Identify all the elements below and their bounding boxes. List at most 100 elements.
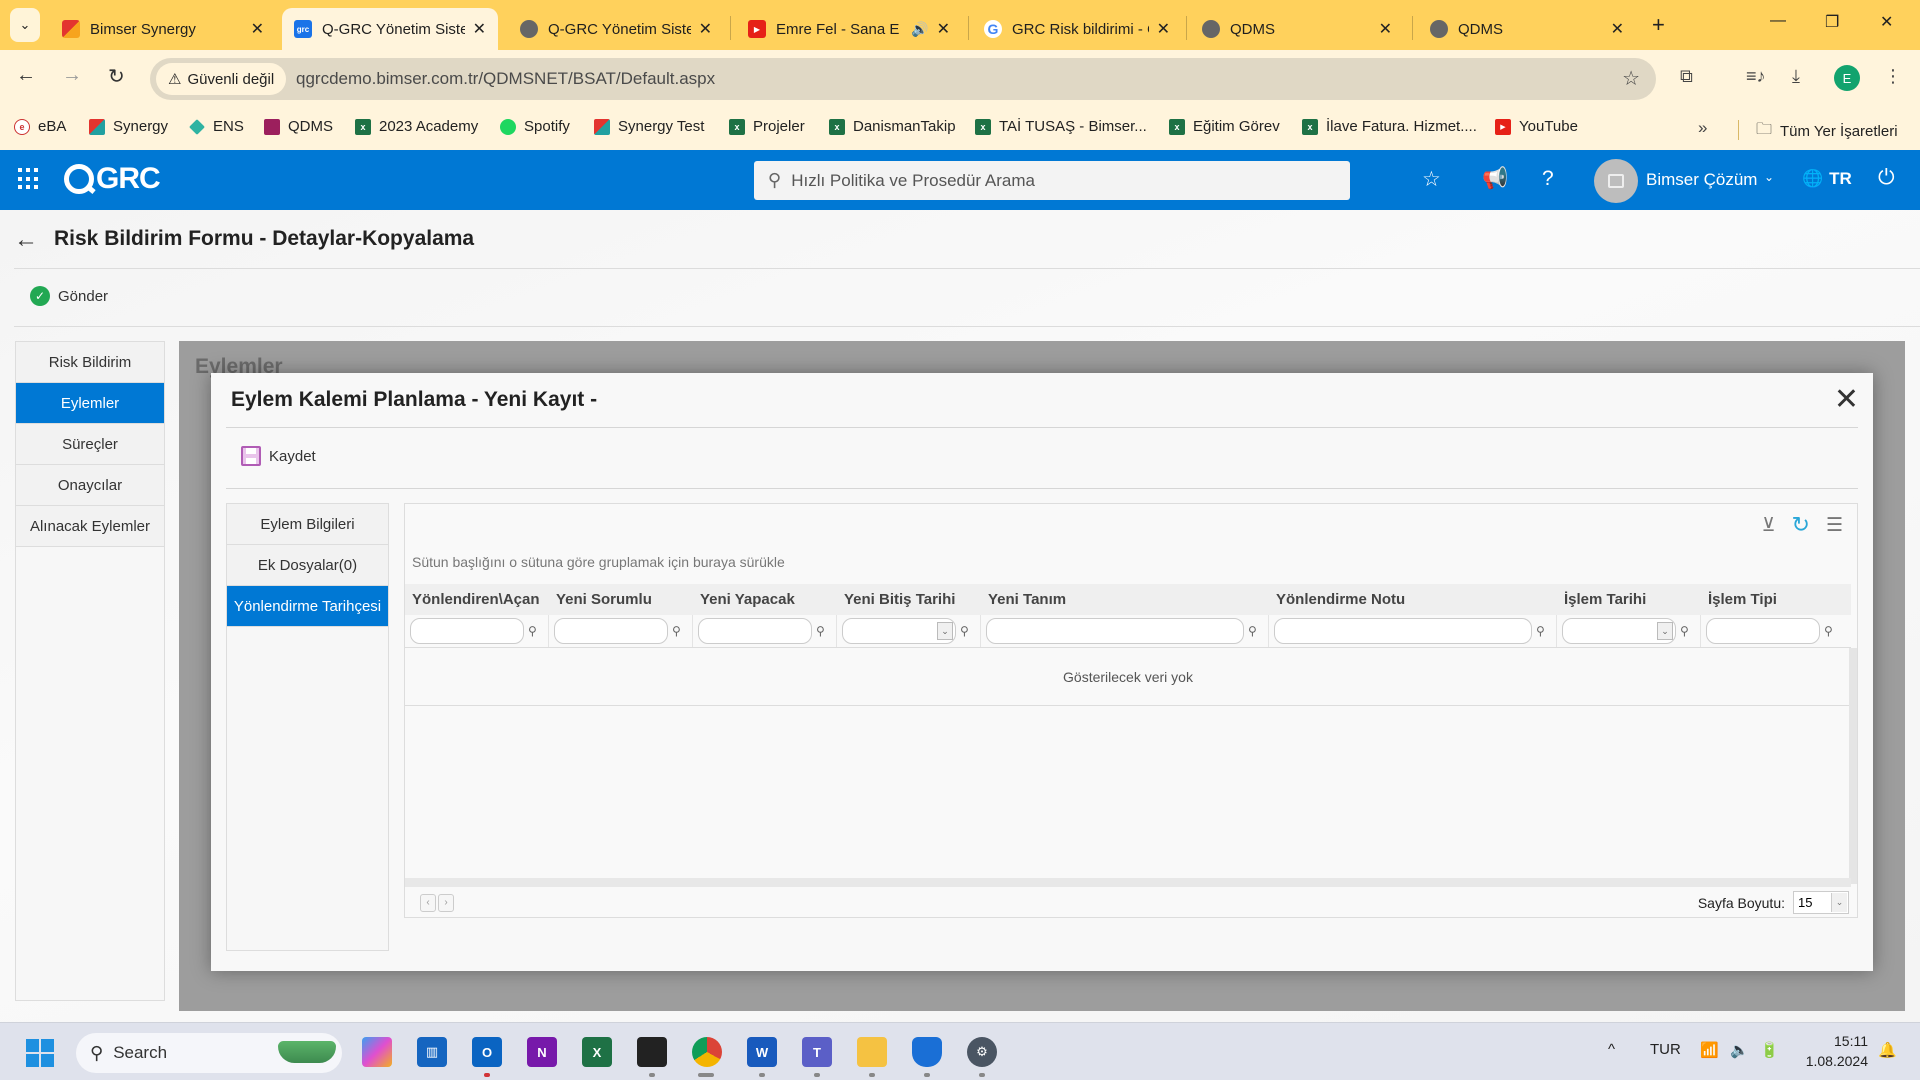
filter-icon[interactable]: ⚲ — [960, 624, 969, 638]
column-header[interactable]: Yeni Yapacak — [693, 584, 837, 615]
input-language[interactable]: TUR — [1650, 1041, 1681, 1058]
browser-tab[interactable]: QDMS ✕ — [1418, 8, 1636, 50]
date-filter-input[interactable]: ⌄ — [842, 618, 956, 644]
vertical-scrollbar[interactable] — [1849, 648, 1857, 884]
filter-input[interactable] — [554, 618, 668, 644]
back-arrow-icon[interactable]: ← — [14, 226, 38, 254]
column-header[interactable]: Yönlendirme Notu — [1269, 584, 1557, 615]
more-bookmarks-icon[interactable]: » — [1698, 118, 1707, 138]
help-icon[interactable]: ? — [1542, 167, 1554, 191]
site-info-button[interactable]: ⚠ Güvenli değil — [156, 63, 287, 95]
notification-bell-icon[interactable]: 🔔 — [1878, 1041, 1897, 1059]
restore-button[interactable]: ❐ — [1825, 12, 1839, 32]
battery-icon[interactable]: 🔋 — [1760, 1041, 1779, 1059]
refresh-icon[interactable]: ↻ — [1792, 512, 1810, 538]
word-icon[interactable]: W — [747, 1037, 777, 1067]
close-tab-icon[interactable]: ✕ — [699, 19, 712, 39]
column-header[interactable]: Yeni Bitiş Tarihi — [837, 584, 981, 615]
task-view-icon[interactable]: ▥ — [417, 1037, 447, 1067]
bookmark-item[interactable]: x 2023 Academy — [355, 118, 478, 135]
download-icon[interactable]: ⤓ — [1792, 66, 1800, 87]
filter-input[interactable] — [1706, 618, 1820, 644]
close-tab-icon[interactable]: ✕ — [1157, 19, 1170, 39]
bookmark-item[interactable]: Synergy — [89, 118, 168, 135]
save-button[interactable]: Kaydet — [241, 446, 316, 466]
close-window-button[interactable]: ✕ — [1880, 12, 1893, 32]
column-settings-icon[interactable]: ☰ — [1826, 514, 1843, 537]
user-avatar[interactable] — [1594, 159, 1638, 203]
power-icon[interactable]: ⏻ — [1878, 166, 1895, 190]
chrome-icon[interactable] — [692, 1037, 722, 1067]
bookmark-star-icon[interactable]: ☆ — [1622, 66, 1640, 91]
chevron-down-icon[interactable]: ⌄ — [1657, 622, 1673, 640]
column-header[interactable]: İşlem Tarihi — [1557, 584, 1701, 615]
outlook-icon[interactable]: O — [472, 1037, 502, 1067]
back-icon[interactable]: ← — [16, 64, 36, 87]
bookmark-item[interactable]: x TAİ TUSAŞ - Bimser... — [975, 118, 1147, 135]
tab-risk-bildirim[interactable]: Risk Bildirim — [16, 342, 164, 383]
favorites-star-icon[interactable]: ☆ — [1422, 167, 1441, 192]
filter-icon[interactable]: ⚲ — [1248, 624, 1257, 638]
column-header[interactable]: Yönlendiren\Açan — [405, 584, 549, 615]
media-control-icon[interactable]: ≡♪ — [1746, 66, 1766, 87]
settings-gear-icon[interactable]: ⚙ — [967, 1037, 997, 1067]
filter-input[interactable] — [698, 618, 812, 644]
next-page-button[interactable]: › — [438, 893, 454, 912]
close-tab-icon[interactable]: ✕ — [251, 19, 264, 39]
show-hidden-icons-chevron-icon[interactable]: ^ — [1608, 1041, 1615, 1058]
copilot-icon[interactable] — [362, 1037, 392, 1067]
bookmark-item[interactable]: Spotify — [500, 118, 570, 135]
bookmark-item[interactable]: x Projeler — [729, 118, 805, 135]
column-header[interactable]: Yeni Sorumlu — [549, 584, 693, 615]
browser-tab[interactable]: ▶ Emre Fel - Sana E 🔊 ✕ — [736, 8, 962, 50]
chevron-down-icon[interactable]: ⌄ — [1764, 170, 1774, 184]
excel-icon[interactable]: X — [582, 1037, 612, 1067]
browser-tab[interactable]: Bimser Synergy ✕ — [50, 8, 276, 50]
sticky-notes-icon[interactable] — [637, 1037, 667, 1067]
profile-avatar[interactable]: E — [1834, 65, 1860, 91]
more-menu-icon[interactable]: ⋮ — [1884, 66, 1902, 87]
chevron-down-icon[interactable]: ⌄ — [1831, 893, 1847, 912]
close-tab-icon[interactable]: ✕ — [937, 19, 950, 39]
browser-tab-active[interactable]: grc Q-GRC Yönetim Siste ✕ — [282, 8, 498, 50]
file-explorer-icon[interactable] — [857, 1037, 887, 1067]
address-bar[interactable]: ⚠ Güvenli değil qgrcdemo.bimser.com.tr/Q… — [150, 58, 1656, 100]
tab-search-button[interactable]: ⌄ — [10, 8, 40, 42]
bookmark-item[interactable]: ENS — [189, 118, 244, 135]
volume-icon[interactable]: 🔈 — [1730, 1041, 1749, 1059]
tab-eylemler[interactable]: Eylemler — [16, 383, 164, 424]
tab-surecler[interactable]: Süreçler — [16, 424, 164, 465]
close-tab-icon[interactable]: ✕ — [1611, 19, 1624, 39]
filter-icon[interactable]: ⚲ — [816, 624, 825, 638]
group-by-panel[interactable]: Sütun başlığını o sütuna göre gruplamak … — [412, 554, 785, 570]
bookmark-item[interactable]: e eBA — [14, 118, 66, 135]
close-tab-icon[interactable]: ✕ — [473, 19, 486, 39]
filter-icon[interactable]: ⚲ — [1680, 624, 1689, 638]
app-launcher-icon[interactable] — [18, 168, 40, 190]
tab-ek-dosyalar[interactable]: Ek Dosyalar(0) — [227, 545, 388, 586]
taskbar-search[interactable]: ⚲ Search — [76, 1033, 342, 1073]
wifi-icon[interactable]: 📶 — [1700, 1041, 1719, 1059]
chevron-down-icon[interactable]: ⌄ — [937, 622, 953, 640]
browser-tab[interactable]: Q-GRC Yönetim Siste ✕ — [508, 8, 724, 50]
filter-icon[interactable]: ⚲ — [1824, 624, 1833, 638]
tab-eylem-bilgileri[interactable]: Eylem Bilgileri — [227, 504, 388, 545]
filter-input[interactable] — [410, 618, 524, 644]
date-filter-input[interactable]: ⌄ — [1562, 618, 1676, 644]
url-text[interactable]: qgrcdemo.bimser.com.tr/QDMSNET/BSAT/Defa… — [296, 69, 715, 89]
audio-playing-icon[interactable]: 🔊 — [911, 21, 928, 38]
filter-input[interactable] — [1274, 618, 1532, 644]
clear-filter-icon[interactable]: ⊻ — [1762, 514, 1776, 537]
filter-input[interactable] — [986, 618, 1244, 644]
filter-icon[interactable]: ⚲ — [672, 624, 681, 638]
system-clock[interactable]: 15:11 1.08.2024 — [1800, 1031, 1868, 1071]
prev-page-button[interactable]: ‹ — [420, 893, 436, 912]
policy-search[interactable]: ⚲ — [754, 161, 1350, 200]
app-logo[interactable]: GRC — [64, 162, 161, 196]
teams-icon[interactable]: T — [802, 1037, 832, 1067]
start-button[interactable] — [26, 1039, 54, 1067]
onenote-icon[interactable]: N — [527, 1037, 557, 1067]
bookmark-item[interactable]: QDMS — [264, 118, 333, 135]
tab-onaycilar[interactable]: Onaycılar — [16, 465, 164, 506]
tab-alinacak-eylemler[interactable]: Alınacak Eylemler — [16, 506, 164, 547]
